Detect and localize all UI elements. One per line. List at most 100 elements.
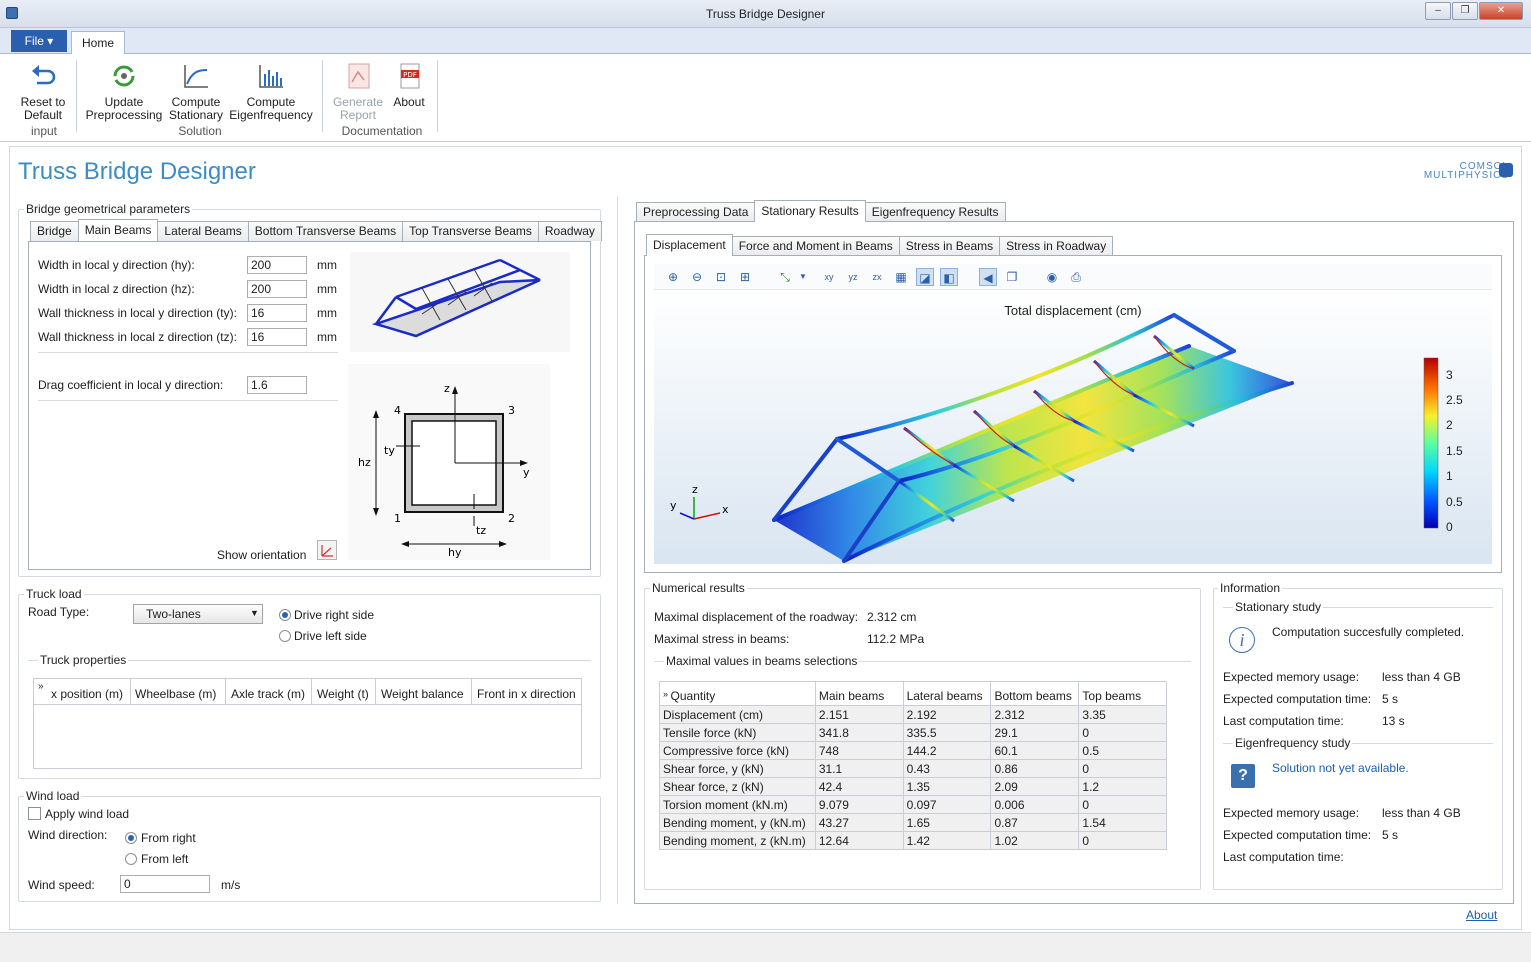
print-icon[interactable]: ⎙ <box>1067 268 1085 286</box>
minimize-button[interactable]: ‒ <box>1425 2 1451 20</box>
camera-icon[interactable]: ◉ <box>1043 268 1061 286</box>
about-ribbon-button[interactable]: PDF About <box>388 62 430 109</box>
perspective-icon[interactable]: ◪ <box>916 268 934 286</box>
ty-input[interactable]: 16 <box>247 304 307 322</box>
col-lateral-beams[interactable]: Lateral beams <box>902 681 992 706</box>
eigenfrequency-chart-icon <box>257 62 285 90</box>
table-row[interactable]: Shear force, y (kN) 31.1 0.43 0.86 0 <box>659 759 1167 778</box>
truck-properties-legend: Truck properties <box>38 653 129 667</box>
show-orientation-label: Show orientation <box>217 548 307 562</box>
from-left-radio[interactable] <box>125 853 137 865</box>
cell: 0.86 <box>990 759 1080 778</box>
update-label-2: Preprocessing <box>85 108 163 122</box>
col-divider <box>130 679 131 705</box>
table-row[interactable]: Bending moment, z (kN.m) 12.64 1.42 1.02 0 <box>659 831 1167 850</box>
tab-bottom-transverse-beams[interactable]: Bottom Transverse Beams <box>247 221 404 241</box>
expand-icon[interactable]: » <box>38 681 44 692</box>
scene-light-icon[interactable]: ◀ <box>979 268 997 286</box>
zoom-out-icon[interactable]: ⊖ <box>688 268 706 286</box>
tz-input[interactable]: 16 <box>247 328 307 346</box>
update-preprocessing-button[interactable]: Update Preprocessing <box>84 62 164 122</box>
drive-left-radio[interactable] <box>279 630 291 642</box>
show-orientation-button[interactable] <box>317 540 337 560</box>
corner-1: 1 <box>394 512 401 525</box>
expand-icon[interactable]: » <box>663 689 671 699</box>
tab-lateral-beams[interactable]: Lateral Beams <box>157 221 249 241</box>
wireframe-icon[interactable]: ◧ <box>940 268 958 286</box>
col-quantity[interactable]: » Quantity <box>659 681 816 706</box>
field-label-tz: Wall thickness in local z direction (tz)… <box>38 330 237 344</box>
tab-displacement[interactable]: Displacement <box>646 234 733 256</box>
zx-view-icon[interactable]: zx <box>868 268 886 286</box>
pane-splitter[interactable] <box>617 196 618 904</box>
table-row[interactable]: Shear force, z (kN) 42.4 1.35 2.09 1.2 <box>659 777 1167 796</box>
apply-wind-checkbox[interactable] <box>28 807 41 820</box>
col-bottom-beams[interactable]: Bottom beams <box>990 681 1080 706</box>
yz-view-icon[interactable]: yz <box>844 268 862 286</box>
tab-bridge[interactable]: Bridge <box>30 221 79 241</box>
table-row[interactable]: Bending moment, y (kN.m) 43.27 1.65 0.87 1.5… <box>659 813 1167 832</box>
view-axes-icon[interactable]: ⤡ <box>776 268 794 286</box>
tab-main-beams[interactable]: Main Beams <box>77 219 159 241</box>
zoom-in-icon[interactable]: ⊕ <box>664 268 682 286</box>
table-row[interactable]: Torsion moment (kN.m) 9.079 0.097 0.006 0 <box>659 795 1167 814</box>
tab-home[interactable]: Home <box>71 31 125 55</box>
col-weight[interactable]: Weight (t) <box>317 687 369 701</box>
grid-icon[interactable]: ▦ <box>892 268 910 286</box>
cell: 43.27 <box>814 813 904 832</box>
zoom-box-icon[interactable]: ⊡ <box>712 268 730 286</box>
table-row[interactable]: Compressive force (kN) 748 144.2 60.1 0.5 <box>659 741 1167 760</box>
logo-text-2: MULTIPHYSICS <box>1423 170 1509 181</box>
results-tabs: Preprocessing Data Stationary Results Ei… <box>636 200 1006 222</box>
cell: Shear force, y (kN) <box>659 759 816 778</box>
tab-stationary-results[interactable]: Stationary Results <box>754 200 866 222</box>
hz-input[interactable]: 200 <box>247 280 307 298</box>
file-menu-button[interactable]: File ▾ <box>11 30 67 52</box>
cell: 1.02 <box>990 831 1080 850</box>
colorbar-tick: 2 <box>1446 418 1453 432</box>
tab-top-transverse-beams[interactable]: Top Transverse Beams <box>402 221 539 241</box>
reset-to-default-button[interactable]: Reset to Default <box>14 62 72 122</box>
tab-stress-beams[interactable]: Stress in Beams <box>898 236 1001 256</box>
col-weight-balance[interactable]: Weight balance <box>381 687 464 701</box>
tab-roadway[interactable]: Roadway <box>537 221 602 241</box>
from-right-radio[interactable] <box>125 832 137 844</box>
reset-label-2: Default <box>23 108 63 122</box>
tab-preprocessing-data[interactable]: Preprocessing Data <box>636 202 756 222</box>
compute-eigenfrequency-button[interactable]: Compute Eigenfrequency <box>228 62 314 122</box>
tab-eigenfrequency-results[interactable]: Eigenfrequency Results <box>864 202 1006 222</box>
hy-input[interactable]: 200 <box>247 256 307 274</box>
eigen-memory-value: less than 4 GB <box>1382 806 1461 820</box>
col-x-position[interactable]: x position (m) <box>51 687 123 701</box>
col-main-beams[interactable]: Main beams <box>814 681 904 706</box>
zoom-extents-icon[interactable]: ⊞ <box>736 268 754 286</box>
compute-stationary-button[interactable]: Compute Stationary <box>166 62 226 122</box>
table-row[interactable]: Displacement (cm) 2.151 2.192 2.312 3.35 <box>659 705 1167 724</box>
col-top-beams[interactable]: Top beams <box>1078 681 1167 706</box>
col-axle-track[interactable]: Axle track (m) <box>231 687 305 701</box>
maximize-button[interactable]: ❐ <box>1452 2 1478 20</box>
ribbon-separator <box>437 60 438 132</box>
drive-right-radio[interactable] <box>279 609 291 621</box>
col-wheelbase[interactable]: Wheelbase (m) <box>135 687 216 701</box>
tab-force-moment[interactable]: Force and Moment in Beams <box>731 236 900 256</box>
xy-view-icon[interactable]: xy <box>820 268 838 286</box>
truck-properties-table[interactable]: » x position (m) Wheelbase (m) Axle trac… <box>33 678 582 769</box>
page-title: Truss Bridge Designer <box>18 158 256 185</box>
road-type-select[interactable]: Two-lanes ▼ <box>133 604 263 624</box>
cell: 1.42 <box>902 831 992 850</box>
generate-report-button[interactable]: Generate Report <box>330 62 386 122</box>
close-button[interactable]: ✕ <box>1479 2 1523 20</box>
drag-coefficient-input[interactable]: 1.6 <box>247 376 307 394</box>
table-row[interactable]: Tensile force (kN) 341.8 335.5 29.1 0 <box>659 723 1167 742</box>
wind-speed-input[interactable]: 0 <box>120 875 210 893</box>
ribbon-tab-strip <box>0 28 1531 54</box>
max-stress-value: 112.2 MPa <box>867 632 925 646</box>
chevron-down-icon[interactable]: ▼ <box>794 268 812 286</box>
displacement-plot[interactable]: Total displacement (cm) x z y 3 2.5 2 1.… <box>654 291 1492 564</box>
beams-results-table[interactable]: » Quantity Main beams Lateral beams Bott… <box>659 681 1167 850</box>
tab-stress-roadway[interactable]: Stress in Roadway <box>999 236 1114 256</box>
col-front-x[interactable]: Front in x direction <box>477 687 576 701</box>
about-link[interactable]: About <box>1466 908 1497 922</box>
transparency-icon[interactable]: ❐ <box>1003 268 1021 286</box>
